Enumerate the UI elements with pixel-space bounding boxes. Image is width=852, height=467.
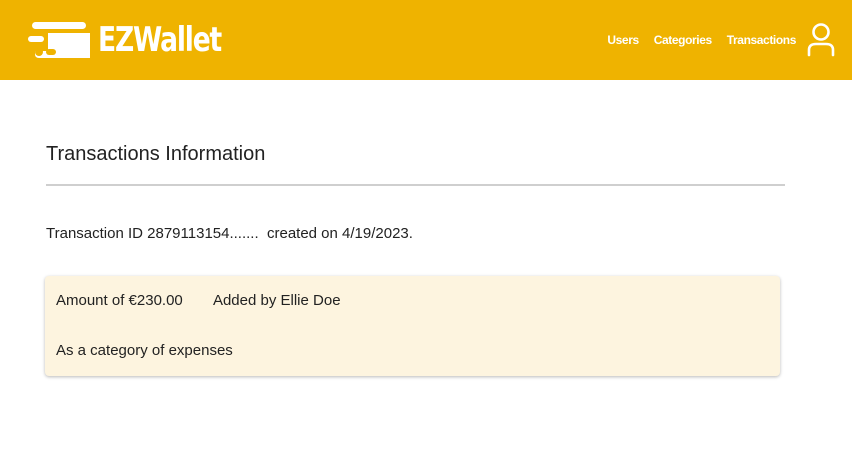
nav-item-users[interactable]: Users: [607, 33, 639, 47]
transaction-id-value: 2879113154.......: [147, 225, 259, 242]
page-title: Transactions Information: [46, 143, 266, 165]
amount-value: €230.00: [128, 292, 183, 309]
wallet-logo-icon: [28, 22, 90, 58]
amount-label: Amount of: [56, 292, 125, 309]
nav-item-categories[interactable]: Categories: [654, 33, 712, 47]
category-label: As a category of: [56, 342, 165, 359]
category-row: As a category of expenses: [56, 342, 233, 359]
brand-name: EZWallet: [98, 20, 222, 60]
nav-item-transactions[interactable]: Transactions: [727, 33, 797, 47]
transaction-summary: Transaction ID 2879113154....... created…: [46, 225, 413, 242]
main-nav: Users Categories Transactions: [607, 0, 852, 80]
transaction-id-label: Transaction ID: [46, 225, 143, 242]
top-app-bar: EZWallet Users Categories Transactions: [0, 0, 852, 80]
transaction-card: Amount of €230.00 Added by Ellie Doe As …: [45, 276, 780, 376]
created-label: created on: [266, 225, 338, 242]
added-by-name: Ellie Doe: [280, 292, 341, 309]
divider: [46, 184, 785, 186]
brand[interactable]: EZWallet: [26, 14, 256, 66]
added-by-label: Added by: [212, 292, 277, 309]
category-value: expenses: [168, 342, 233, 359]
person-icon[interactable]: [806, 22, 836, 58]
amount-row: Amount of €230.00 Added by Ellie Doe: [56, 292, 341, 309]
created-date: 4/19/2023.: [342, 225, 413, 242]
